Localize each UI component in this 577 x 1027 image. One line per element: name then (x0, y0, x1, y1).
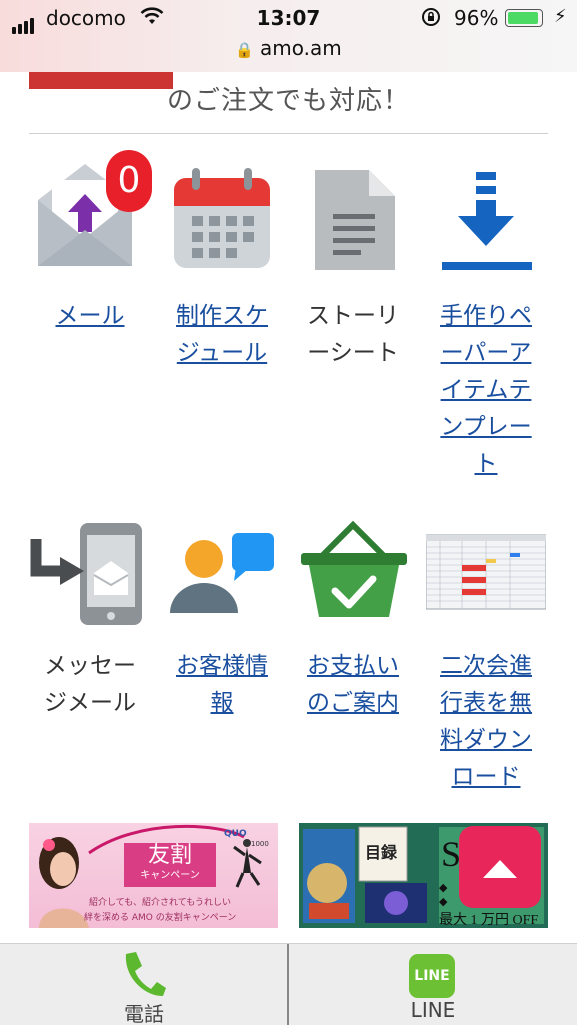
line-label: LINE (410, 998, 456, 1022)
address-bar[interactable]: 🔒 amo.am (0, 36, 577, 60)
padlock-icon: 🔒 (235, 41, 254, 59)
customer-chat-icon (162, 513, 282, 633)
banner-bullet-2: ◆ (439, 895, 448, 908)
rotation-lock-icon (420, 6, 442, 33)
campaign-title: 友割 キャンペーン (124, 843, 216, 887)
grid-label-mail[interactable]: メール (30, 298, 150, 335)
status-bar: docomo 13:07 96% ⚡ 🔒 amo.am (0, 0, 577, 72)
grid-label-templates[interactable]: 手作りペ ーパーア イテムテ ンプレー ト (426, 298, 546, 483)
spreadsheet-thumbnail-icon (425, 513, 547, 633)
friend-campaign-banner[interactable]: 友割 キャンペーン 紹介しても、紹介されてもうれしい 絆を深める AMO の友割… (29, 823, 278, 928)
book-label: 目録 (365, 843, 398, 862)
phone-icon (125, 952, 166, 996)
notification-badge: 0 (106, 150, 152, 212)
divider (29, 133, 548, 134)
document-icon (293, 150, 413, 278)
banner-bullet-1: ◆ (439, 881, 448, 894)
quo-card-logo: QUO (224, 829, 247, 839)
line-button[interactable]: LINE LINE (289, 944, 577, 1025)
grid-label-customer-info[interactable]: お客様情 報 (162, 648, 282, 722)
battery-icon (505, 9, 543, 27)
banner-discount: 最大 1 万円 OFF (439, 913, 539, 928)
page-headline: のご注文でも対応！ (166, 86, 410, 116)
grid-label-schedule-download[interactable]: 二次会進 行表を無 料ダウン ロード (426, 648, 546, 796)
campaign-line-1: 紹介しても、紹介されてもうれしい (89, 898, 232, 908)
grid-label-storysheet: ストーリ ーシート (307, 303, 399, 366)
charging-icon: ⚡ (554, 6, 567, 27)
up-arrow-icon (483, 860, 517, 878)
grid-label-schedule[interactable]: 制作スケ ジュール (162, 298, 282, 372)
bottom-contact-bar: 電話 LINE LINE (0, 943, 577, 1026)
phone-button[interactable]: 電話 (0, 944, 288, 1026)
quo-card-amount: 1000 (251, 840, 269, 848)
payment-basket-icon (293, 513, 413, 633)
line-logo-icon: LINE (409, 954, 455, 998)
url-text: amo.am (259, 36, 342, 60)
scroll-to-top-button[interactable] (459, 826, 541, 908)
battery-percentage: 96% (454, 6, 499, 30)
calendar-icon (162, 150, 282, 270)
message-mail-icon (30, 513, 150, 633)
download-icon (426, 150, 546, 272)
phone-label: 電話 (124, 1002, 164, 1026)
campaign-line-2: 絆を深める AMO の友割キャンペーン (84, 913, 237, 923)
grid-label-message-mail: メッセー ジメール (44, 653, 136, 716)
grid-label-payment[interactable]: お支払い のご案内 (293, 648, 413, 722)
